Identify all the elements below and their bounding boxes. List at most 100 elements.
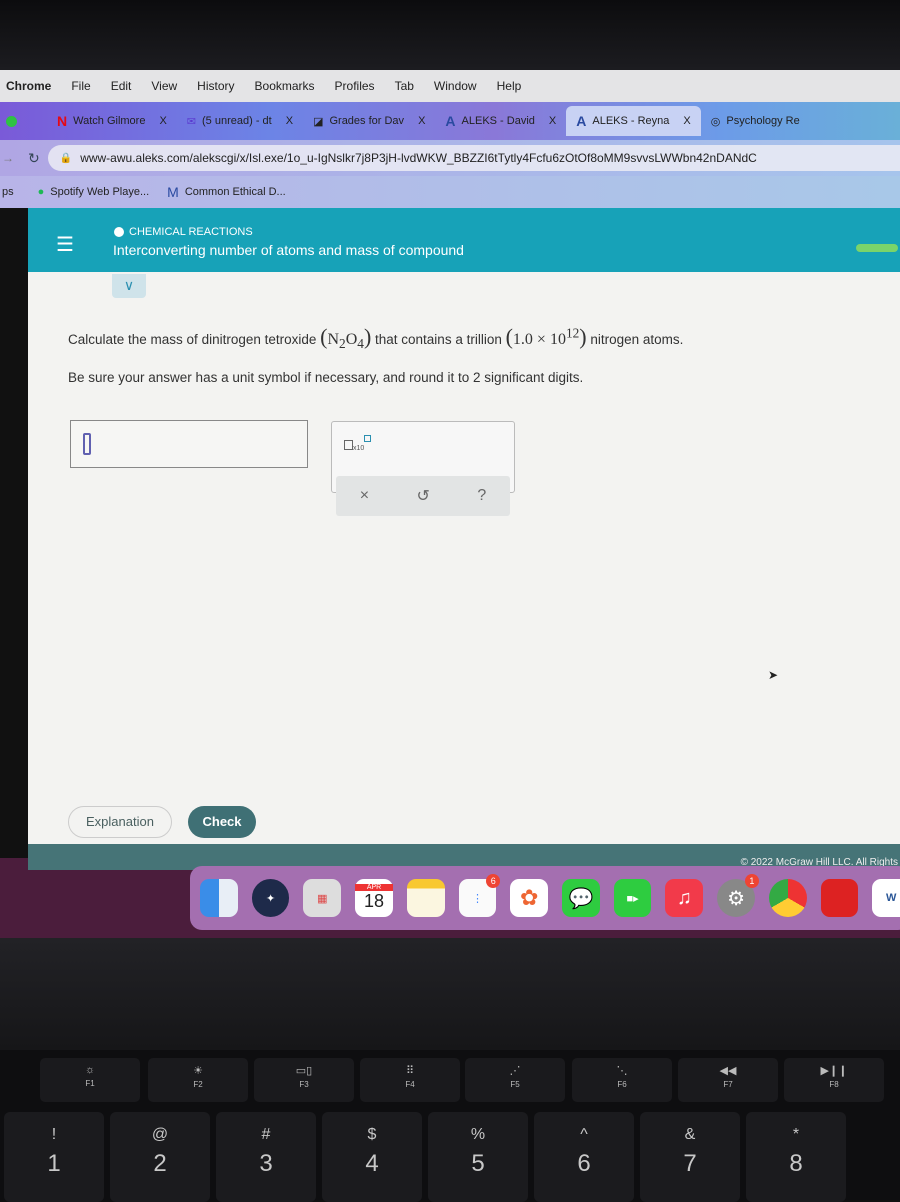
- photos-icon[interactable]: ✿: [510, 879, 549, 917]
- tab-aleks-reyna[interactable]: A ALEKS - Reyna X: [566, 106, 701, 136]
- facetime-icon[interactable]: ■▸: [613, 879, 652, 917]
- key-f8[interactable]: ▶❙❙ F8: [784, 1058, 884, 1102]
- key-label: F6: [617, 1080, 627, 1089]
- clear-button[interactable]: ×: [360, 487, 369, 505]
- tab-strip: N Watch Gilmore X ✉ (5 unread) - dt X ◪ Grade…: [0, 102, 900, 140]
- menu-chrome[interactable]: Chrome: [6, 79, 51, 93]
- calendar-icon[interactable]: APR 18: [355, 879, 393, 917]
- finder-icon[interactable]: [200, 879, 238, 917]
- key-1[interactable]: ! 1: [4, 1112, 104, 1202]
- menu-profiles[interactable]: Profiles: [335, 79, 375, 93]
- key-f4[interactable]: ⠿ F4: [360, 1058, 460, 1102]
- key-6[interactable]: ^ 6: [534, 1112, 634, 1202]
- menu-window[interactable]: Window: [434, 79, 477, 93]
- topic-category: CHEMICAL REACTIONS: [114, 226, 253, 238]
- launchpad-icon[interactable]: ▦: [303, 879, 342, 917]
- close-tab-icon[interactable]: X: [418, 115, 425, 127]
- topic-title: Interconverting number of atoms and mass…: [113, 242, 464, 258]
- chrome-icon: ◎: [710, 115, 721, 128]
- music-icon[interactable]: ♫: [665, 879, 704, 917]
- keyboard: ☼ F1 ☀ F2 ▭▯ F3 ⠿ F4 ⋰ F5 ⋱ F6 ◀◀ F7 ▶❙❙ F8 ! 1 @…: [0, 1050, 900, 1202]
- menu-help[interactable]: Help: [497, 79, 522, 93]
- close-tab-icon[interactable]: X: [286, 115, 293, 127]
- aleks-icon: A: [445, 113, 456, 129]
- key-symbol: %: [470, 1126, 486, 1143]
- menu-bookmarks[interactable]: Bookmarks: [255, 79, 315, 93]
- key-5[interactable]: % 5: [428, 1112, 528, 1202]
- tab-psychology[interactable]: ◎ Psychology Re: [701, 106, 810, 136]
- word-icon[interactable]: W: [872, 879, 900, 917]
- topic-status-icon: [114, 227, 124, 237]
- math-tools-palette: x10 × ↺ ?: [331, 421, 515, 516]
- mac-dock: ✦ ▦ APR 18 ⋮ 6 ✿ 💬 ■▸ ♫ ⚙ 1 W: [190, 866, 900, 930]
- aleks-icon: A: [576, 113, 587, 129]
- window-zoom-button[interactable]: [6, 115, 17, 127]
- key-number: 4: [365, 1150, 379, 1177]
- grades-icon: ◪: [313, 115, 324, 128]
- close-tab-icon[interactable]: X: [549, 115, 556, 127]
- check-button[interactable]: Check: [188, 806, 256, 838]
- tab-grades[interactable]: ◪ Grades for Dav X: [303, 106, 435, 136]
- chrome-icon[interactable]: [768, 879, 807, 917]
- formula: (N2O4): [320, 324, 371, 351]
- forward-icon[interactable]: →: [2, 151, 14, 165]
- key-f2[interactable]: ☀ F2: [148, 1058, 248, 1102]
- photo-booth-icon[interactable]: [820, 879, 859, 917]
- key-number: 7: [683, 1150, 697, 1177]
- key-3[interactable]: #3: [216, 1112, 316, 1202]
- help-button[interactable]: ?: [477, 487, 486, 505]
- menu-tab[interactable]: Tab: [395, 79, 414, 93]
- reminders-icon[interactable]: ⋮ 6: [458, 874, 501, 917]
- siri-icon[interactable]: ✦: [251, 879, 290, 917]
- mouse-pointer-icon: ➤: [768, 668, 779, 682]
- bookmark-common-ethical[interactable]: M Common Ethical D...: [167, 184, 286, 200]
- key-f3[interactable]: ▭▯ F3: [254, 1058, 354, 1102]
- settings-badge: 1: [744, 874, 759, 888]
- paren: ): [579, 324, 587, 349]
- mission-control-icon: ▭▯: [295, 1065, 313, 1077]
- notes-icon[interactable]: [406, 879, 445, 917]
- key-number: 6: [577, 1150, 591, 1177]
- url-field[interactable]: 🔒 www-awu.aleks.com/alekscgi/x/Isl.exe/1…: [47, 145, 900, 171]
- key-f5[interactable]: ⋰ F5: [465, 1058, 565, 1102]
- chevron-down-icon[interactable]: ∨: [112, 274, 146, 298]
- tab-aleks-david[interactable]: A ALEKS - David X: [435, 106, 566, 136]
- key-f1[interactable]: ☼ F1: [40, 1058, 140, 1102]
- undo-button[interactable]: ↺: [417, 486, 430, 506]
- tab-watch-gilmore[interactable]: N Watch Gilmore X: [47, 106, 177, 136]
- bookmark-apps[interactable]: ps: [2, 186, 14, 198]
- key-4[interactable]: $4: [322, 1112, 422, 1202]
- close-tab-icon[interactable]: X: [159, 115, 166, 127]
- explanation-button[interactable]: Explanation: [68, 806, 172, 838]
- hamburger-menu-icon[interactable]: ☰: [56, 232, 74, 257]
- key-number: 2: [153, 1150, 167, 1177]
- reload-icon[interactable]: ↻: [28, 150, 40, 167]
- spotify-icon: ●: [37, 186, 45, 198]
- menu-view[interactable]: View: [151, 79, 177, 93]
- key-number: 5: [471, 1150, 485, 1177]
- system-preferences-icon[interactable]: ⚙ 1: [717, 874, 759, 917]
- key-7[interactable]: & 7: [640, 1112, 740, 1202]
- tab-mail[interactable]: ✉ (5 unread) - dt X: [177, 106, 303, 136]
- laptop-bezel-bottom: [0, 938, 900, 1050]
- key-2[interactable]: @2: [110, 1112, 210, 1202]
- scientific-notation-button[interactable]: x10: [344, 435, 372, 452]
- keyboard-light-down-icon: ⋰: [509, 1065, 521, 1077]
- key-8[interactable]: * 8: [746, 1112, 846, 1202]
- messages-icon[interactable]: 💬: [562, 879, 600, 917]
- key-f6[interactable]: ⋱ F6: [572, 1058, 672, 1102]
- close-tab-icon[interactable]: X: [683, 115, 690, 127]
- key-label: F5: [510, 1080, 520, 1089]
- menu-edit[interactable]: Edit: [111, 79, 132, 93]
- tab-label: (5 unread) - dt: [202, 115, 272, 127]
- answer-input[interactable]: [70, 420, 308, 468]
- lock-icon: 🔒: [59, 152, 73, 164]
- menu-history[interactable]: History: [197, 79, 234, 93]
- address-bar-row: → ↻ 🔒 www-awu.aleks.com/alekscgi/x/Isl.e…: [0, 140, 900, 176]
- menu-file[interactable]: File: [71, 79, 90, 93]
- key-f7[interactable]: ◀◀ F7: [678, 1058, 778, 1102]
- word-label: W: [886, 892, 897, 904]
- bookmark-spotify[interactable]: ● Spotify Web Playe...: [38, 186, 150, 198]
- launchpad-key-icon: ⠿: [405, 1065, 415, 1077]
- key-symbol: @: [151, 1126, 169, 1143]
